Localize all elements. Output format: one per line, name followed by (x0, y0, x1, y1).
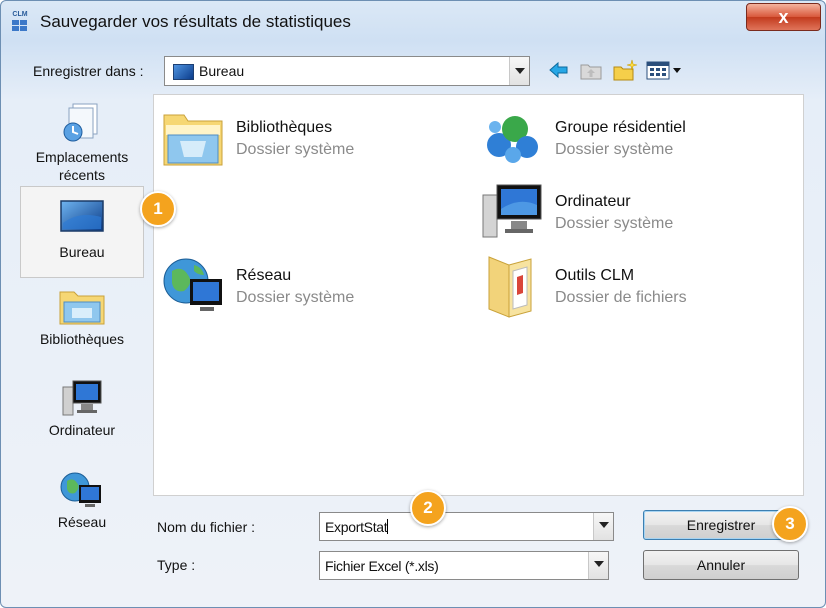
up-folder-icon[interactable] (579, 59, 603, 81)
place-computer-label: Ordinateur (48, 422, 116, 438)
file-type: Dossier système (236, 141, 355, 158)
place-network[interactable]: Réseau (20, 469, 144, 535)
filename-field[interactable]: ExportStat (319, 512, 614, 541)
chevron-down-icon[interactable] (588, 552, 608, 579)
place-desktop[interactable]: Bureau (20, 186, 144, 278)
save-dialog: CLM Sauvegarder vos résultats de statist… (0, 0, 826, 608)
callout-badge-2: 2 (410, 490, 446, 526)
computer-icon (62, 380, 102, 416)
chevron-down-icon[interactable] (509, 57, 529, 85)
recent-places-icon (63, 103, 98, 142)
computer-icon (482, 184, 542, 238)
save-in-label: Enregistrer dans : (33, 63, 144, 79)
callout-badge-3: 3 (772, 506, 808, 542)
list-item[interactable]: Ordinateur Dossier système (479, 179, 779, 245)
close-button[interactable]: x (746, 3, 821, 31)
list-item[interactable]: Réseau Dossier système (160, 253, 460, 319)
list-item[interactable]: Groupe résidentiel Dossier système (479, 105, 779, 171)
folder-icon (488, 256, 532, 318)
close-icon: x (778, 7, 789, 27)
app-icon-text: CLM (12, 11, 28, 18)
place-recent-label-line1: Emplacements (35, 149, 129, 165)
file-name: Outils CLM (555, 267, 635, 284)
filename-value: ExportStat (325, 519, 388, 535)
chevron-down-icon[interactable] (593, 513, 613, 540)
place-network-label: Réseau (57, 514, 107, 530)
place-computer[interactable]: Ordinateur (20, 377, 144, 443)
file-name: Bibliothèques (236, 119, 333, 136)
type-label: Type : (157, 557, 196, 573)
file-type-value: Fichier Excel (*.xls) (325, 558, 439, 574)
file-type: Dossier système (555, 215, 674, 232)
views-menu-icon[interactable] (645, 59, 683, 81)
location-dropdown[interactable]: Bureau (164, 56, 530, 86)
file-type: Dossier de fichiers (555, 289, 687, 306)
filename-value-wrap: ExportStat (325, 519, 389, 535)
file-name: Réseau (236, 267, 292, 284)
place-recent[interactable]: Emplacements récents (20, 98, 144, 186)
new-folder-icon[interactable] (612, 59, 638, 81)
file-type: Dossier système (555, 141, 674, 158)
file-type: Dossier système (236, 289, 355, 306)
back-arrow-icon[interactable] (548, 59, 570, 81)
filename-label: Nom du fichier : (157, 519, 256, 535)
location-value: Bureau (199, 63, 245, 79)
dialog-title: Sauvegarder vos résultats de statistique… (40, 12, 351, 31)
file-name: Groupe résidentiel (555, 119, 686, 136)
title-bar[interactable]: CLM Sauvegarder vos résultats de statist… (1, 1, 825, 41)
text-caret (387, 519, 389, 534)
desktop-icon (60, 200, 104, 232)
homegroup-icon (487, 116, 538, 163)
desktop-small-icon (173, 64, 194, 80)
network-globe-icon (163, 258, 222, 311)
file-list[interactable]: Bibliothèques Dossier système Groupe rés… (153, 94, 804, 496)
place-recent-label-line2: récents (59, 167, 105, 183)
file-name: Ordinateur (555, 193, 631, 210)
callout-badge-1: 1 (140, 191, 176, 227)
libraries-folder-icon (163, 114, 223, 166)
list-item[interactable]: Bibliothèques Dossier système (160, 105, 460, 171)
places-bar: Emplacements récents Bureau Bibliothèque… (20, 94, 148, 599)
list-item[interactable]: Outils CLM Dossier de fichiers (479, 253, 779, 319)
place-desktop-label: Bureau (59, 244, 105, 260)
place-libraries-label: Bibliothèques (39, 331, 125, 347)
network-icon (60, 472, 101, 507)
cancel-button[interactable]: Annuler (643, 550, 799, 580)
file-type-select[interactable]: Fichier Excel (*.xls) (319, 551, 609, 580)
place-libraries[interactable]: Bibliothèques (20, 284, 144, 350)
clm-app-icon: CLM (10, 11, 30, 33)
libraries-icon (59, 291, 105, 325)
